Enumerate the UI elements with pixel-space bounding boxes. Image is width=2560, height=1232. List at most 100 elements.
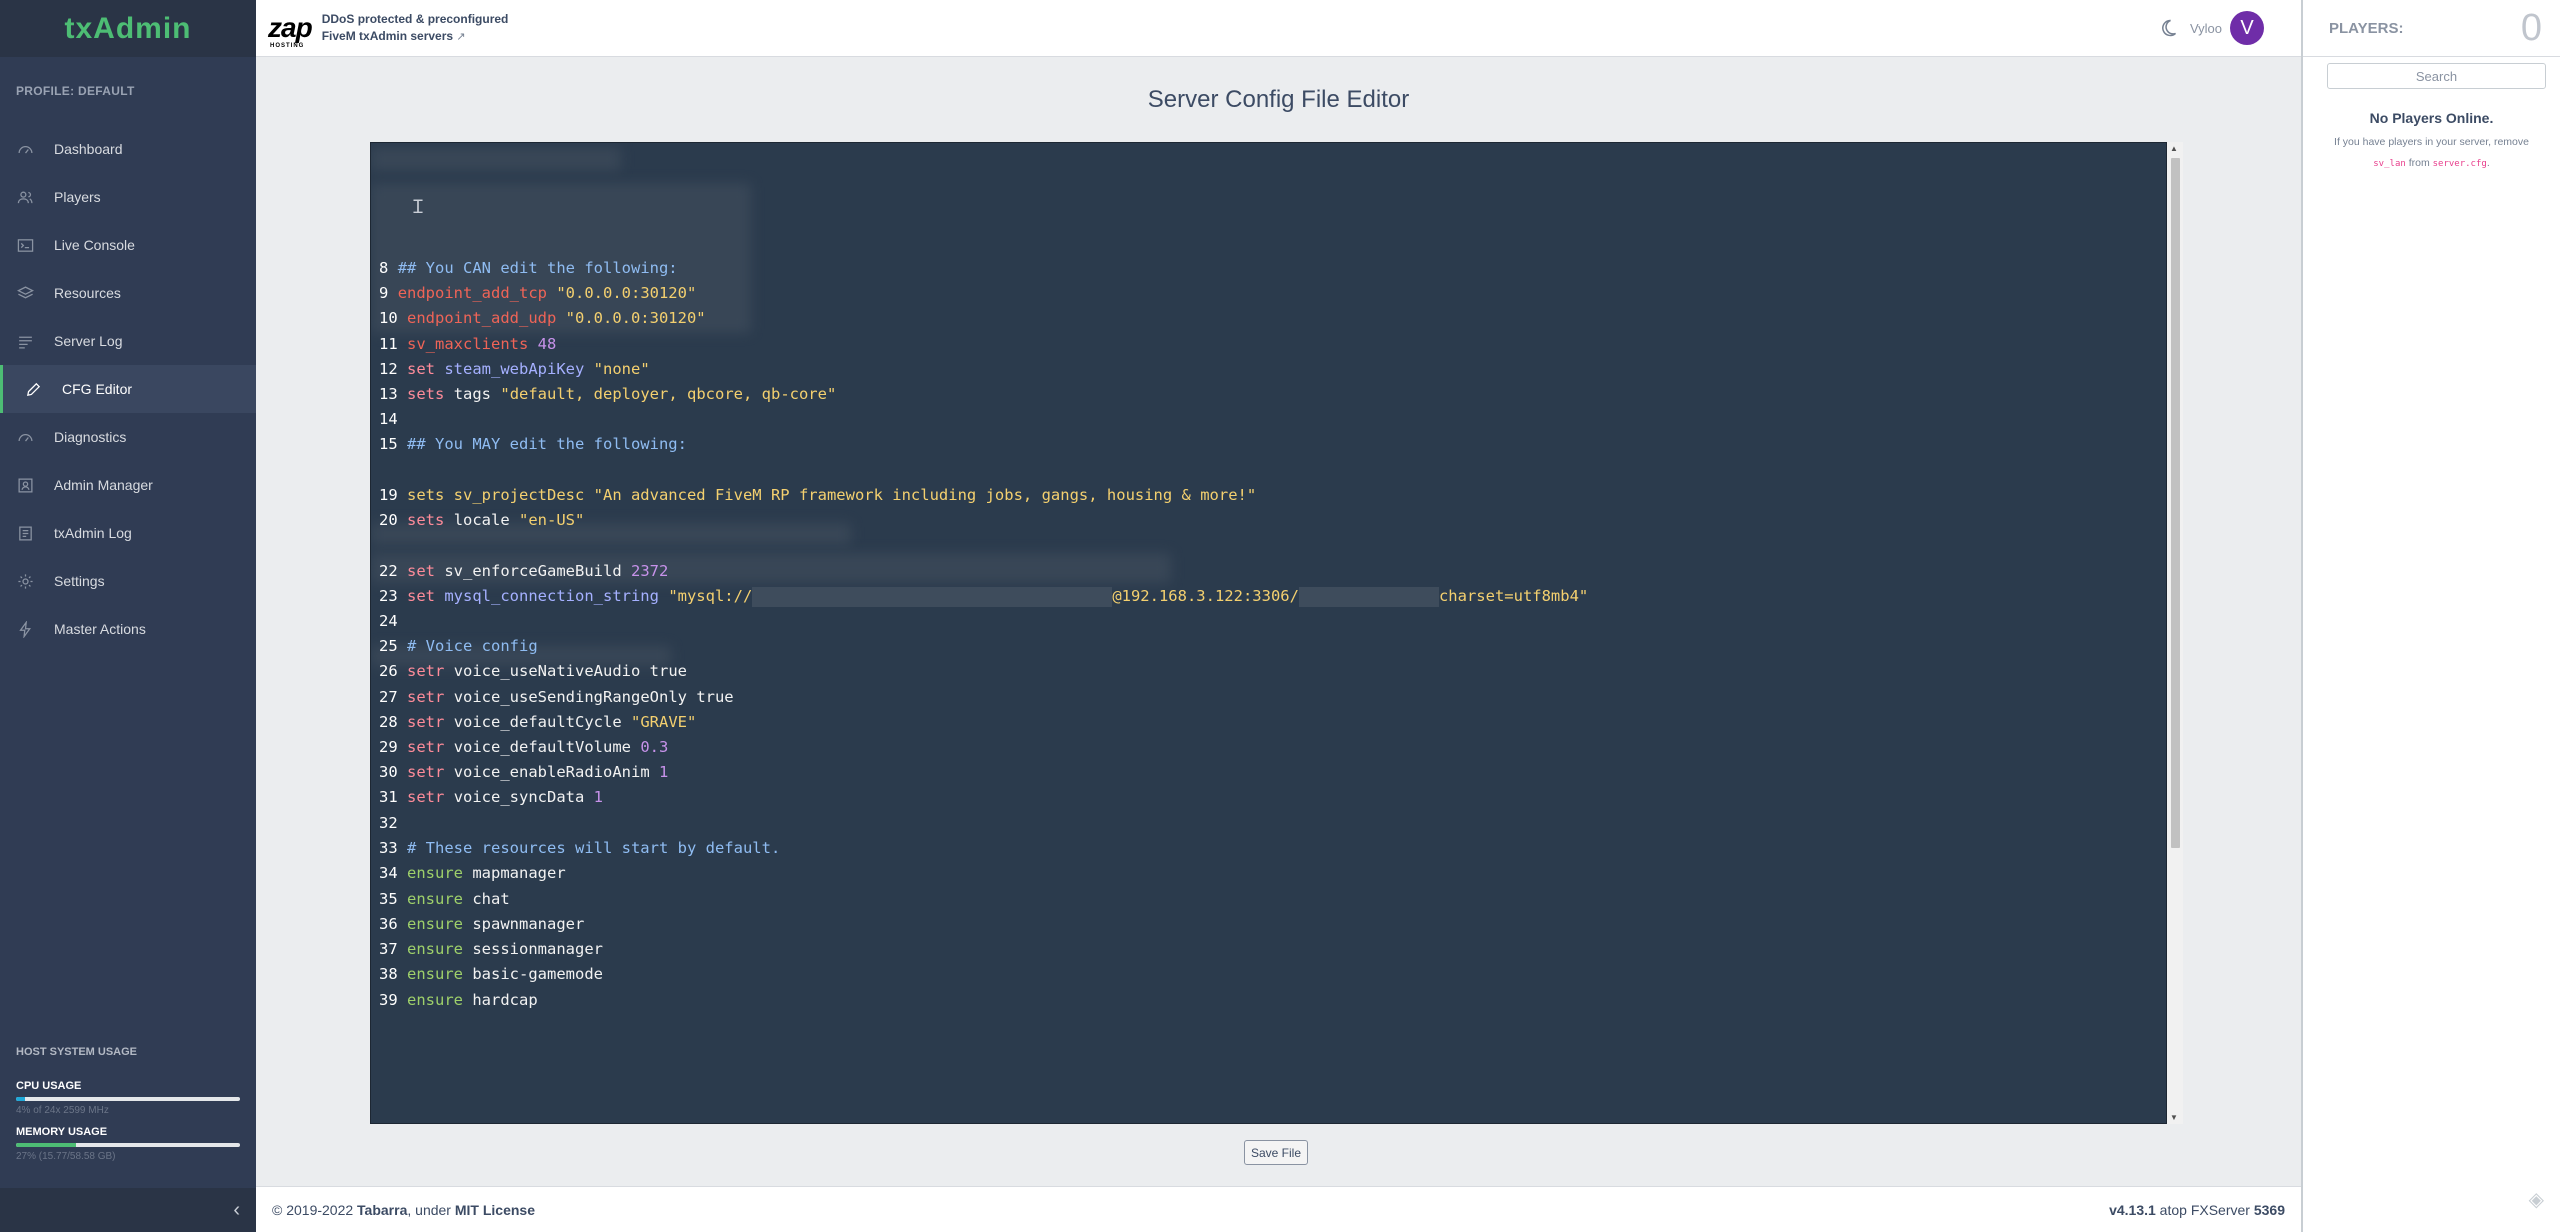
chevron-left-icon: ‹: [233, 1198, 240, 1221]
memory-usage-detail: 27% (15.77/58.58 GB): [16, 1151, 116, 1162]
cpu-usage-detail: 4% of 24x 2599 MHz: [16, 1105, 109, 1116]
footer: © 2019-2022 Tabarra, under MIT License v…: [256, 1186, 2301, 1232]
code-line: 24: [379, 609, 407, 634]
sidebar-item-resources[interactable]: Resources: [0, 269, 256, 317]
sidebar-item-cfg-editor[interactable]: CFG Editor: [0, 365, 256, 413]
sidebar-item-server-log[interactable]: Server Log: [0, 317, 256, 365]
code-token: setr: [407, 688, 454, 706]
line-number: 22: [379, 562, 398, 580]
code-token: sv_maxclients: [407, 335, 538, 353]
line-number: 19: [379, 486, 398, 504]
code-line: 26 setr voice_useNativeAudio true: [379, 659, 687, 684]
code-token: endpoint_add_udp: [407, 309, 566, 327]
code-token: locale: [453, 511, 520, 529]
save-file-button[interactable]: Save File: [1244, 1140, 1309, 1165]
zap-hosting-logo[interactable]: zap HOSTING: [268, 14, 313, 50]
code-line: 8 ## You CAN edit the following:: [379, 256, 678, 281]
code-token: set: [407, 562, 445, 580]
code-token: ## You CAN edit the following:: [397, 259, 678, 277]
memory-usage-fill: [16, 1143, 77, 1147]
hint-code-sv-lan: sv_lan: [2373, 159, 2406, 169]
line-number: 12: [379, 360, 398, 378]
hint-code-server-cfg: server.cfg: [2432, 159, 2487, 169]
code-token: "GRAVE": [631, 713, 697, 731]
hosting-promo-link[interactable]: DDoS protected & preconfigured FiveM txA…: [322, 11, 509, 46]
sidebar-collapse-button[interactable]: ‹: [0, 1188, 256, 1232]
code-token: "none": [593, 360, 650, 378]
avatar[interactable]: V: [2230, 11, 2264, 45]
code-token: "0.0.0.0:30120": [565, 309, 706, 327]
code-line: 28 setr voice_defaultCycle "GRAVE": [379, 710, 696, 735]
code-token: voice_defaultVolume: [453, 738, 641, 756]
code-token: @192.168.3.122:3306/: [1112, 587, 1299, 605]
moon-icon[interactable]: [2158, 18, 2178, 38]
txadmin-logo[interactable]: txAdmin: [0, 0, 256, 57]
footer-license-link[interactable]: MIT License: [455, 1202, 535, 1218]
code-token: "en-US": [519, 511, 585, 529]
sidebar-item-settings[interactable]: Settings: [0, 557, 256, 605]
sidebar-item-label: Dashboard: [54, 141, 123, 157]
external-link-icon: ↗: [456, 30, 466, 43]
code-line: 12 set steam_webApiKey "none": [379, 357, 650, 382]
cpu-usage-fill: [16, 1097, 25, 1101]
zap-logo-sub: HOSTING: [270, 43, 305, 49]
code-line: 25 # Voice config: [379, 634, 538, 659]
sidebar-item-master-actions[interactable]: Master Actions: [0, 605, 256, 653]
sidebar-item-label: Diagnostics: [54, 429, 127, 445]
code-token: voice_useNativeAudio true: [453, 662, 687, 680]
sidebar-item-diagnostics[interactable]: Diagnostics: [0, 413, 256, 461]
sidebar-item-players[interactable]: Players: [0, 173, 256, 221]
code-token: # These resources will start by default.: [407, 839, 781, 857]
code-token: voice_useSendingRangeOnly true: [453, 688, 734, 706]
sidebar-item-label: Settings: [54, 573, 105, 589]
notes-icon: [16, 524, 34, 542]
code-line: 9 endpoint_add_tcp "0.0.0.0:30120": [379, 281, 696, 306]
sidebar-item-txadmin-log[interactable]: txAdmin Log: [0, 509, 256, 557]
code-token: 0.3: [640, 738, 669, 756]
code-token: 1: [593, 788, 604, 806]
code-line: 22 set sv_enforceGameBuild 2372: [379, 559, 668, 584]
sidebar-item-admin-manager[interactable]: Admin Manager: [0, 461, 256, 509]
username[interactable]: Vyloo: [2190, 21, 2222, 36]
line-number: 39: [379, 991, 398, 1009]
code-token: sets sv_projectDesc "An advanced FiveM R…: [407, 486, 1257, 504]
code-token: sv_enforceGameBuild: [444, 562, 631, 580]
line-number: 31: [379, 788, 398, 806]
line-number: 10: [379, 309, 398, 327]
sidebar-item-live-console[interactable]: Live Console: [0, 221, 256, 269]
code-token: charset=utf8mb4": [1438, 587, 1589, 605]
code-token: mapmanager: [472, 864, 566, 882]
diamond-icon[interactable]: ◈: [2529, 1187, 2544, 1212]
footer-atop: atop FXServer: [2155, 1201, 2254, 1218]
sidebar-item-label: Live Console: [54, 237, 135, 253]
code-token: setr: [407, 763, 454, 781]
line-number: 20: [379, 511, 398, 529]
scroll-up-icon[interactable]: ▲: [2170, 144, 2178, 153]
sidebar: txAdmin PROFILE: DEFAULT Dashboard Player…: [0, 0, 256, 1232]
code-line: 19 sets sv_projectDesc "An advanced Five…: [379, 483, 1256, 508]
code-token: mysql_connection_string: [444, 587, 669, 605]
promo-line-2: FiveM txAdmin servers: [321, 28, 454, 43]
code-line: 11 sv_maxclients 48: [379, 332, 556, 357]
code-token: basic-gamemode: [472, 965, 603, 983]
line-number: 28: [379, 713, 398, 731]
sidebar-item-label: CFG Editor: [62, 381, 133, 397]
editor-scrollbar[interactable]: ▲ ▼: [2167, 142, 2183, 1124]
scroll-down-icon[interactable]: ▼: [2170, 1113, 2178, 1122]
code-token: hardcap: [472, 991, 538, 1009]
editor-scroll-thumb[interactable]: [2171, 158, 2180, 848]
sidebar-item-label: Server Log: [54, 333, 123, 349]
config-code-editor[interactable]: 8 ## You CAN edit the following: 9 endpoi…: [370, 142, 2167, 1124]
pencil-icon: [24, 380, 42, 398]
no-players-hint: If you have players in your server, remo…: [2321, 132, 2542, 175]
player-search-input[interactable]: [2327, 63, 2546, 89]
sidebar-item-dashboard[interactable]: Dashboard: [0, 125, 256, 173]
line-number: 33: [379, 839, 398, 857]
code-line: 13 sets tags "default, deployer, qbcore,…: [379, 382, 836, 407]
line-number: 37: [379, 940, 398, 958]
code-line: 34 ensure mapmanager: [379, 861, 566, 886]
gear-icon: [16, 572, 34, 590]
footer-author-link[interactable]: Tabarra: [357, 1202, 407, 1218]
code-token: setr: [407, 662, 454, 680]
line-number: 11: [379, 335, 398, 353]
